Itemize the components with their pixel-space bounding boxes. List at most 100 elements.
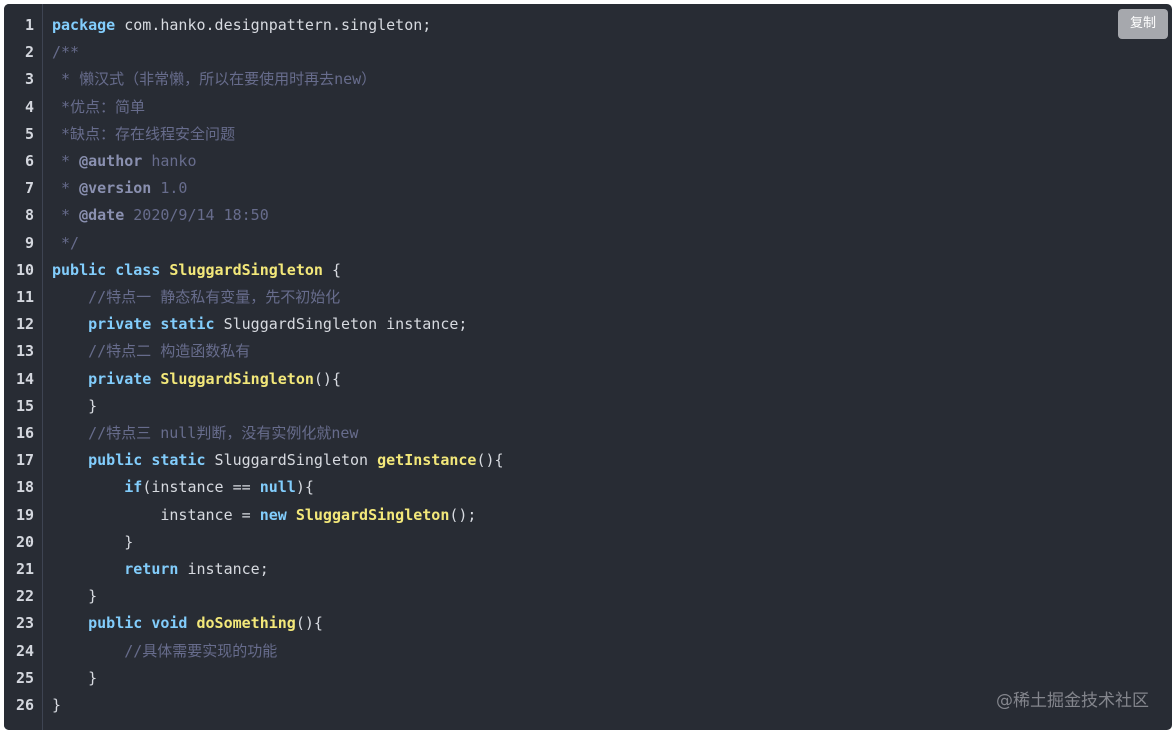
code-line: //特点二 构造函数私有 — [52, 338, 250, 365]
line-number: 25 — [15, 668, 34, 687]
code-token: 2020/9/14 18:50 — [124, 206, 269, 225]
code-token: SluggardSingleton instance; — [214, 315, 468, 334]
code-token: (){ — [476, 451, 504, 470]
code-token: public — [88, 451, 143, 470]
line-number: 22 — [15, 587, 34, 606]
code-token: SluggardSingleton — [160, 369, 314, 388]
line-number: 20 — [15, 532, 34, 551]
code-token: //特点一 静态私有变量，先不初始化 — [88, 288, 341, 306]
code-token: } — [52, 532, 134, 551]
line-number: 9 — [24, 233, 34, 252]
code-token: @author — [79, 152, 143, 170]
code-token: } — [52, 396, 98, 415]
code-line: *优点：简单 — [52, 94, 145, 121]
code-token: //具体需要实现的功能 — [124, 641, 278, 660]
line-number: 15 — [15, 396, 34, 415]
code-token: (); — [449, 505, 477, 524]
code-line: //特点一 静态私有变量，先不初始化 — [52, 284, 340, 311]
line-number: 1 — [24, 16, 34, 34]
line-number: 10 — [15, 260, 34, 279]
code-line: * @version 1.0 — [52, 175, 187, 202]
code-token: class — [115, 260, 161, 279]
code-block: 1 2 3 4 5 6 7 8 9 10 11 12 13 14 15 16 17 18 19 20 21 22 23 24 2… — [4, 4, 1172, 730]
code-token: instance = — [52, 505, 260, 524]
line-number: 11 — [15, 288, 34, 306]
code-line: instance = new SluggardSingleton(); — [52, 502, 476, 529]
code-line: */ — [52, 230, 79, 257]
code-line: package com.hanko.designpattern.singleto… — [52, 12, 431, 39]
code-token: public — [52, 260, 107, 279]
copy-button[interactable]: 复制 — [1118, 9, 1168, 39]
line-number: 3 — [24, 70, 34, 89]
line-number-gutter: 1 2 3 4 5 6 7 8 9 10 11 12 13 14 15 16 17 18 19 20 21 22 23 24 2… — [4, 4, 43, 730]
line-number: 12 — [15, 315, 34, 334]
watermark: @稀土掘金技术社区 — [996, 691, 1149, 711]
line-number: 26 — [15, 696, 34, 714]
line-number: 21 — [15, 560, 34, 578]
code-token: public — [88, 614, 143, 633]
code-token: hanko — [142, 152, 197, 170]
code-line: } — [52, 393, 97, 420]
code-token: //特点三 null判断，没有实例化就new — [88, 424, 359, 442]
code-token: } — [52, 668, 98, 687]
code-line: public static SluggardSingleton getInsta… — [52, 447, 504, 474]
line-number: 18 — [15, 478, 34, 497]
code-line: } — [52, 692, 61, 719]
code-token: (){ — [295, 614, 323, 633]
line-number: 7 — [24, 179, 34, 198]
code-token: private — [88, 315, 152, 334]
code-line: } — [52, 529, 133, 556]
code-token: SluggardSingleton — [205, 451, 378, 470]
line-number: 13 — [15, 342, 34, 361]
code-token: static — [160, 315, 215, 334]
code-line: //特点三 null判断，没有实例化就new — [52, 420, 358, 447]
code-token: if — [124, 478, 143, 497]
code-line: //具体需要实现的功能 — [52, 638, 277, 665]
code-token: instance; — [178, 560, 269, 578]
code-token: *缺点：存在线程安全问题 — [52, 124, 236, 143]
code-token: ){ — [295, 478, 314, 497]
code-token: * — [52, 179, 80, 198]
code-token: //特点二 构造函数私有 — [88, 342, 251, 361]
code-token: */ — [52, 233, 80, 252]
code-token: doSomething — [196, 614, 296, 633]
code-token: null — [259, 478, 296, 497]
line-number: 23 — [15, 614, 34, 633]
code-line: return instance; — [52, 556, 269, 583]
code-token: { — [322, 260, 341, 279]
code-token: (instance == — [142, 478, 260, 497]
code-line: /** — [52, 39, 79, 66]
line-number: 4 — [24, 97, 34, 116]
code-token: SluggardSingleton — [169, 260, 323, 279]
code-line: public class SluggardSingleton { — [52, 257, 341, 284]
code-line: private SluggardSingleton(){ — [52, 366, 341, 393]
line-number: 14 — [15, 369, 34, 388]
line-number: 8 — [24, 206, 34, 225]
code-token: private — [88, 369, 152, 388]
code-token: void — [151, 614, 188, 633]
code-token: * 懒汉式（非常懒，所以在要使用时再去new） — [52, 70, 377, 89]
code-line: * @author hanko — [52, 148, 197, 175]
code-token: static — [151, 451, 206, 470]
code-token: SluggardSingleton — [295, 505, 450, 524]
code-line: } — [52, 665, 97, 692]
code-line: * 懒汉式（非常懒，所以在要使用时再去new） — [52, 66, 376, 93]
code-token: * — [52, 152, 80, 170]
code-token: com.hanko.designpattern.singleton; — [115, 16, 432, 34]
code-token: (){ — [313, 369, 341, 388]
line-number: 2 — [24, 43, 34, 62]
code-token: return — [124, 560, 179, 578]
line-number: 17 — [15, 451, 34, 470]
code-token: *优点：简单 — [52, 97, 146, 116]
code-token: 1.0 — [151, 179, 188, 198]
code-token: package — [52, 16, 116, 34]
